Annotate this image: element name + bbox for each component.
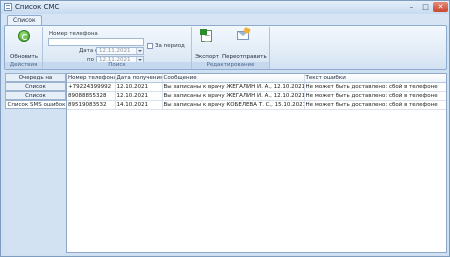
ribbon: Обновить Действия Номер телефона Дата с … (4, 25, 447, 70)
cell-date: 12.10.2021 (115, 91, 163, 101)
column-header-phone[interactable]: Номер телефона (67, 74, 116, 83)
ribbon-group-actions: Обновить Действия (5, 27, 43, 69)
chevron-down-icon[interactable] (136, 48, 143, 54)
period-checkbox[interactable] (147, 43, 153, 49)
cell-message: Вы записаны к врачу ЖЕГАЛИН И. А., 12.10… (162, 82, 305, 92)
table-row[interactable]: 89088855328 12.10.2021 Вы записаны к врачу… (67, 91, 446, 101)
cell-phone: +79224399992 (67, 82, 116, 92)
content-area: Очередь на отправкуСписок отправленныхСп… (4, 73, 447, 254)
cell-phone: 89519083532 (67, 100, 116, 110)
side-tab-0[interactable]: Очередь на отправку (5, 73, 66, 89)
send-mail-icon (237, 31, 249, 40)
table-body: +79224399992 12.10.2021 Вы записаны к врач… (67, 82, 446, 110)
cell-phone: 89088855328 (67, 91, 116, 101)
cell-error: Не может быть доставлено: сбой в телефон… (304, 91, 446, 101)
refresh-icon (18, 30, 30, 42)
cell-date: 14.10.2021 (115, 100, 163, 110)
phone-input[interactable] (48, 38, 144, 46)
refresh-label: Обновить (10, 54, 38, 60)
table-header-row: Номер телефона Дата получения ос Сообщен… (67, 74, 446, 83)
cell-date: 12.10.2021 (115, 82, 163, 92)
cell-message: Вы записаны к врачу КОБЕЛЕВА Т. С., 15.1… (162, 100, 305, 110)
column-header-message[interactable]: Сообщение (162, 74, 305, 83)
column-header-date[interactable]: Дата получения ос (115, 74, 163, 83)
sms-errors-grid: Номер телефона Дата получения ос Сообщен… (66, 73, 447, 253)
maximize-button[interactable]: □ (419, 2, 432, 12)
date-from-value: 12.11.2021 (99, 48, 131, 54)
group-caption-actions: Действия (5, 62, 42, 69)
export-button[interactable]: Экспорт (192, 29, 222, 60)
title-bar: Список СМС – □ ✕ (1, 1, 449, 15)
group-caption-edit: Редактирование (192, 62, 269, 69)
column-header-error[interactable]: Текст ошибки (304, 74, 446, 83)
side-tab-1[interactable]: Список отправленных (5, 82, 66, 98)
minimize-button[interactable]: – (405, 2, 418, 12)
side-tab-2[interactable]: Список доставленных (5, 91, 66, 107)
ribbon-tab-strip: Список (1, 14, 449, 26)
excel-icon (200, 29, 212, 42)
cell-message: Вы записаны к врачу ЖЕГАЛИН И. А., 12.10… (162, 91, 305, 101)
resend-label: Переотправить (222, 54, 267, 60)
cell-error: Не может быть доставлено: сбой в телефон… (304, 82, 446, 92)
side-tab-3[interactable]: Список SMS ошибок (5, 100, 67, 109)
cell-error: Не может быть доставлено: сбой в телефон… (304, 100, 446, 110)
export-label: Экспорт (195, 54, 219, 60)
table-row[interactable]: +79224399992 12.10.2021 Вы записаны к врач… (67, 82, 446, 92)
window-title: Список СМС (15, 3, 60, 11)
phone-label: Номер телефона (49, 31, 98, 37)
period-label[interactable]: За период (155, 43, 185, 49)
resend-button[interactable]: Переотправить (222, 29, 267, 60)
window-app-icon (4, 3, 12, 11)
ribbon-group-search: Номер телефона Дата с 12.11.2021 по 12.1… (43, 27, 192, 69)
sms-list-window: Список СМС – □ ✕ Список Обновить Действи… (0, 0, 450, 257)
close-button[interactable]: ✕ (433, 2, 448, 12)
ribbon-group-edit: Экспорт Переотправить Редактирование (192, 27, 270, 69)
date-from-input[interactable]: 12.11.2021 (96, 47, 144, 55)
group-caption-search: Поиск (43, 62, 191, 69)
table-row[interactable]: 89519083532 14.10.2021 Вы записаны к врачу… (67, 100, 446, 110)
refresh-button[interactable]: Обновить (7, 29, 41, 60)
sms-errors-table: Номер телефона Дата получения ос Сообщен… (67, 74, 446, 110)
